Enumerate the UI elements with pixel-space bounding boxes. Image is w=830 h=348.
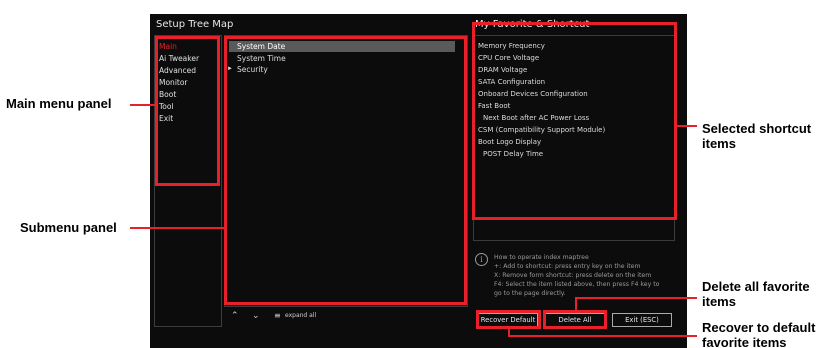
- help-line: F4: Select the item listed above, then p…: [494, 281, 660, 288]
- help-line: How to operate index maptree: [494, 254, 589, 261]
- collapse-up-icon[interactable]: ⌃: [231, 311, 239, 321]
- callout-line-main-menu: [130, 104, 156, 106]
- callout-line-shortcut: [677, 125, 697, 127]
- collapse-down-icon[interactable]: ⌄: [252, 311, 260, 321]
- callout-line-delete-all-vertical: [575, 297, 577, 311]
- exit-button[interactable]: Exit (ESC): [612, 313, 672, 327]
- callout-main-menu-panel: Main menu panel: [6, 96, 112, 111]
- delete-all-highlight: [543, 310, 607, 329]
- expand-list-icon[interactable]: ≡: [274, 311, 281, 320]
- help-line: +: Add to shortcut: press entry key on t…: [494, 263, 641, 270]
- submenu-highlight: [224, 36, 467, 305]
- main-menu-highlight: [155, 36, 220, 186]
- callout-delete-all-favorite: Delete all favorite items: [702, 279, 810, 309]
- help-line: X: Remove form shortcut: press delete on…: [494, 272, 652, 279]
- callout-recover-default-favorite: Recover to default favorite items: [702, 320, 816, 348]
- callout-submenu-panel: Submenu panel: [20, 220, 117, 235]
- callout-line-submenu: [130, 227, 225, 229]
- setup-tree-map-title: Setup Tree Map: [156, 19, 234, 30]
- expand-all-label[interactable]: expand all: [285, 312, 316, 319]
- favorites-highlight: [472, 22, 677, 220]
- info-icon: i: [475, 253, 488, 266]
- callout-selected-shortcut: Selected shortcut items: [702, 121, 812, 151]
- recover-default-highlight: [476, 310, 541, 329]
- callout-line-delete-all: [575, 297, 697, 299]
- callout-line-recover: [508, 335, 697, 337]
